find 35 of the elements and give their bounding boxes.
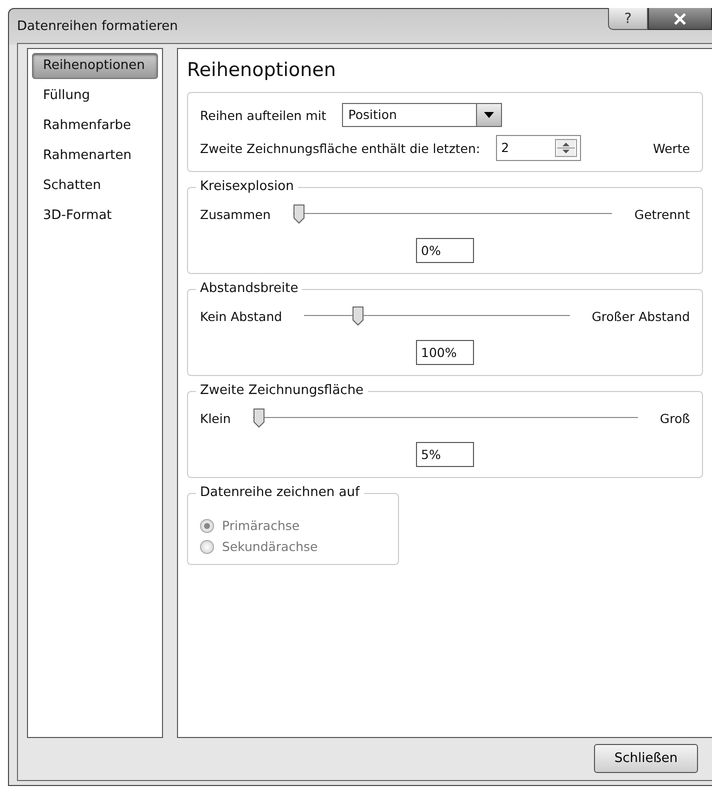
category-item[interactable]: 3D-Format [32,203,158,229]
last-values-label: Zweite Zeichnungsfläche enthält die letzten: [200,140,480,156]
radio-label: Sekundärachse [222,539,318,554]
slider-thumb[interactable] [292,204,305,224]
category-item[interactable]: Rahmenfarbe [32,113,158,139]
min-label: Zusammen [200,206,271,222]
help-button[interactable]: ? [608,8,648,30]
slider-thumb[interactable] [252,408,265,428]
category-item[interactable]: Schatten [32,173,158,199]
split-dropdown[interactable]: Position [342,103,502,127]
group-title: Zweite Zeichnungsfläche [196,383,368,398]
close-button[interactable] [648,8,712,30]
min-label: Klein [200,410,231,426]
group-title: Kreisexplosion [196,179,298,194]
panel-title: Reihenoptionen [187,59,337,81]
percent-field[interactable]: 5% [416,442,474,467]
unit-label: Werte [652,140,690,156]
max-label: Groß [660,410,690,426]
spinner-arrows-icon [555,139,578,157]
spinner-field[interactable]: 2 [496,135,582,161]
close-icon [673,12,687,24]
window-title: Datenreihen formatieren [17,18,179,34]
close-dialog-button[interactable]: Schließen [594,744,698,773]
split-label: Reihen aufteilen mit [200,108,326,122]
max-label: Großer Abstand [592,308,690,324]
category-item[interactable]: Rahmenarten [32,143,158,169]
percent-field[interactable]: 100% [416,340,474,365]
radio-label: Primärachse [222,518,300,533]
slider-thumb[interactable] [352,306,364,326]
dropdown-arrow-icon [484,112,494,118]
max-label: Getrennt [634,206,690,222]
category-item[interactable]: Reihenoptionen [32,53,158,79]
min-label: Kein Abstand [200,308,282,324]
category-item[interactable]: Füllung [32,83,158,109]
percent-field[interactable]: 0% [416,238,474,263]
